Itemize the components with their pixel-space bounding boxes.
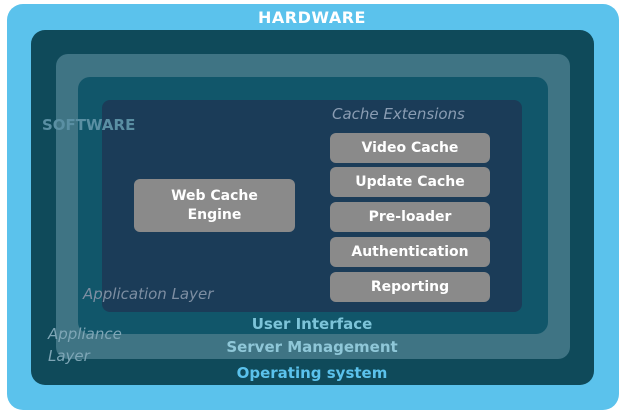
- extension-update-cache: Update Cache: [330, 167, 490, 197]
- extension-video-cache: Video Cache: [330, 133, 490, 163]
- software-title: SOFTWARE: [42, 116, 136, 134]
- hardware-title: HARDWARE: [258, 8, 366, 27]
- extension-reporting: Reporting: [330, 272, 490, 302]
- extension-authentication: Authentication: [330, 237, 490, 267]
- web-cache-engine-box: Web Cache Engine: [134, 179, 295, 232]
- appliance-layer-label: Appliance Layer: [48, 325, 122, 365]
- application-layer-label: Application Layer: [83, 285, 214, 303]
- cache-extensions-title: Cache Extensions: [332, 105, 465, 123]
- extension-pre-loader: Pre-loader: [330, 202, 490, 232]
